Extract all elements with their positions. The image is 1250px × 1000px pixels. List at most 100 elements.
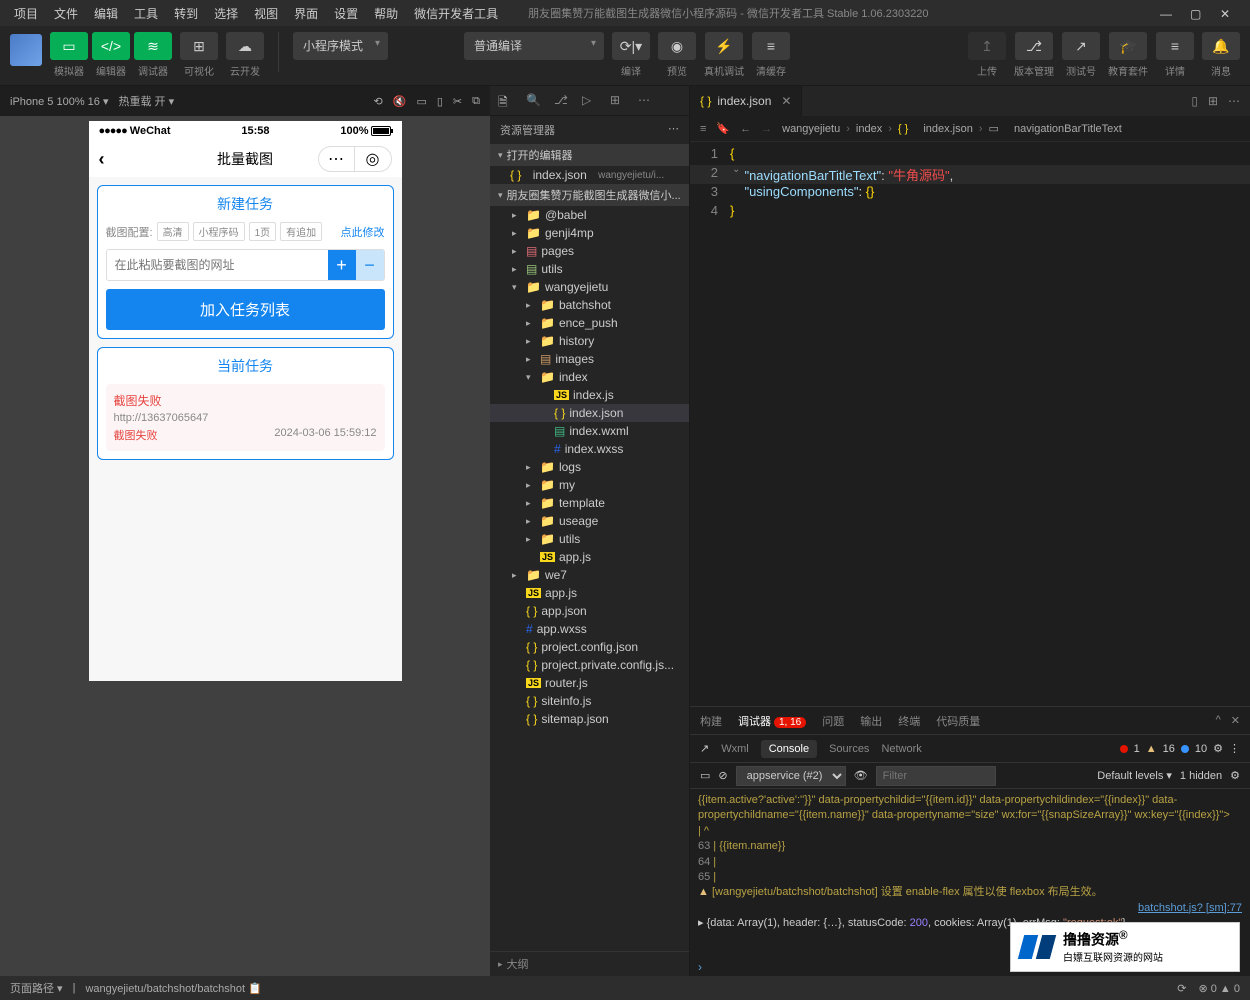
code-editor[interactable]: ⌄ 1{ 2 "navigationBarTitleText": "牛角源码",…	[690, 142, 1250, 706]
bp-popout-icon[interactable]: ↗	[700, 742, 709, 755]
sources-tab[interactable]: Sources	[829, 743, 869, 755]
compile-select[interactable]: 普通编译	[464, 32, 604, 60]
bp-close-icon[interactable]: ✕	[1231, 714, 1240, 727]
sync-icon[interactable]: ⟳	[1177, 982, 1186, 995]
device-icon1[interactable]: ▭	[416, 95, 426, 108]
tree-item[interactable]: ▸ 📁 we7	[490, 566, 689, 584]
split-icon[interactable]: ▯	[1191, 94, 1198, 108]
edu-button[interactable]: 🎓	[1109, 32, 1147, 60]
phone-back-icon[interactable]: ‹	[99, 149, 105, 170]
mode-select[interactable]: 小程序模式	[293, 32, 388, 60]
more-tab-icon[interactable]: ⋯	[638, 93, 654, 109]
git-tab-icon[interactable]: ⎇	[554, 93, 570, 109]
debug-tab-icon[interactable]: ▷	[582, 93, 598, 109]
compile-button[interactable]: ⟳|▾	[612, 32, 650, 60]
layout-icon[interactable]: ⊞	[1208, 94, 1218, 108]
close-tab-icon[interactable]: ✕	[781, 94, 791, 108]
project-section[interactable]: 朋友圈集赞万能截图生成器微信小...	[490, 184, 689, 206]
cut-icon[interactable]: ✂	[453, 95, 462, 108]
tree-item[interactable]: ▸ 📁 @babel	[490, 206, 689, 224]
upload-button[interactable]: ↥	[968, 32, 1006, 60]
minus-button[interactable]: −	[356, 250, 384, 280]
tree-item[interactable]: { } app.json	[490, 602, 689, 620]
menu-devtools[interactable]: 微信开发者工具	[408, 2, 504, 25]
filter-gear-icon[interactable]: ⚙	[1230, 769, 1240, 782]
breadcrumb[interactable]: wangyejietu› index› { } index.json› ▭ na…	[782, 122, 1122, 135]
levels-select[interactable]: Default levels ▾	[1097, 769, 1172, 782]
menu-tools[interactable]: 工具	[128, 2, 164, 25]
tree-item[interactable]: ▸ 📁 batchshot	[490, 296, 689, 314]
tree-item[interactable]: JS app.js	[490, 584, 689, 602]
filter-popout-icon[interactable]: ▭	[700, 769, 710, 782]
menu-help[interactable]: 帮助	[368, 2, 404, 25]
editor-button[interactable]: </>	[92, 32, 130, 60]
avatar[interactable]	[10, 34, 42, 66]
console-tab[interactable]: Console	[761, 740, 817, 758]
back-icon[interactable]: ←	[740, 123, 751, 135]
open-editors-section[interactable]: 打开的编辑器	[490, 144, 689, 166]
bp-debugger-tab[interactable]: 调试器1, 16	[738, 713, 806, 729]
open-file-item[interactable]: { } index.json wangyejietu/i...	[490, 166, 689, 184]
tree-item[interactable]: { } project.private.config.js...	[490, 656, 689, 674]
detail-button[interactable]: ≡	[1156, 32, 1194, 60]
tree-item[interactable]: JS index.js	[490, 386, 689, 404]
network-tab[interactable]: Network	[881, 743, 921, 755]
tree-item[interactable]: ▸ 📁 my	[490, 476, 689, 494]
bp-up-icon[interactable]: ^	[1216, 714, 1221, 727]
cloud-button[interactable]: ☁	[226, 32, 264, 60]
maximize-button[interactable]: ▢	[1190, 7, 1202, 19]
tree-item[interactable]: ▤ index.wxml	[490, 422, 689, 440]
menu-select[interactable]: 选择	[208, 2, 244, 25]
tree-item[interactable]: ▸ 📁 useage	[490, 512, 689, 530]
page-path-label[interactable]: 页面路径 ▾	[10, 980, 63, 996]
hot-reload[interactable]: 热重载 开 ▾	[119, 93, 175, 109]
close-button[interactable]: ✕	[1220, 7, 1232, 19]
debugger-button[interactable]: ≋	[134, 32, 172, 60]
real-debug-button[interactable]: ⚡	[705, 32, 743, 60]
tree-item[interactable]: { } project.config.json	[490, 638, 689, 656]
bookmark-icon[interactable]: 🔖	[716, 122, 730, 135]
outline-section[interactable]: 大纲	[490, 951, 689, 976]
bp-quality-tab[interactable]: 代码质量	[936, 713, 980, 729]
tree-item[interactable]: { } index.json	[490, 404, 689, 422]
clear-cache-button[interactable]: ≡	[752, 32, 790, 60]
tree-item[interactable]: { } sitemap.json	[490, 710, 689, 728]
test-button[interactable]: ↗	[1062, 32, 1100, 60]
tree-item[interactable]: ▾ 📁 index	[490, 368, 689, 386]
tree-item[interactable]: { } siteinfo.js	[490, 692, 689, 710]
popout-icon[interactable]: ⧉	[472, 95, 480, 108]
tree-item[interactable]: ▸ ▤ images	[490, 350, 689, 368]
tree-item[interactable]: JS app.js	[490, 548, 689, 566]
tree-item[interactable]: JS router.js	[490, 674, 689, 692]
bp-gear-icon[interactable]: ⚙	[1213, 742, 1223, 755]
menu-settings[interactable]: 设置	[328, 2, 364, 25]
menu-project[interactable]: 项目	[8, 2, 44, 25]
ext-tab-icon[interactable]: ⊞	[610, 93, 626, 109]
bp-problems-tab[interactable]: 问题	[822, 713, 844, 729]
tree-item[interactable]: ▸ 📁 utils	[490, 530, 689, 548]
menu-file[interactable]: 文件	[48, 2, 84, 25]
minimize-button[interactable]: —	[1160, 7, 1172, 19]
hidden-count[interactable]: 1 hidden	[1180, 770, 1222, 782]
menu-interface[interactable]: 界面	[288, 2, 324, 25]
tree-item[interactable]: ▸ ▤ utils	[490, 260, 689, 278]
forward-icon[interactable]: →	[761, 123, 772, 135]
phone-capsule[interactable]: ⋯◎	[318, 146, 392, 172]
filter-input[interactable]	[876, 766, 996, 786]
explorer-more-icon[interactable]: ⋯	[668, 122, 679, 138]
tree-item[interactable]: ▸ 📁 ence_push	[490, 314, 689, 332]
bp-terminal-tab[interactable]: 终端	[898, 713, 920, 729]
page-path[interactable]: wangyejietu/batchshot/batchshot 📋	[85, 982, 261, 995]
bp-more-icon[interactable]: ⋮	[1229, 742, 1240, 755]
bp-output-tab[interactable]: 输出	[860, 713, 882, 729]
menu-view[interactable]: 视图	[248, 2, 284, 25]
context-select[interactable]: appservice (#2)	[736, 766, 846, 786]
wxml-tab[interactable]: Wxml	[721, 743, 749, 755]
menu-goto[interactable]: 转到	[168, 2, 204, 25]
tree-item[interactable]: ▸ 📁 logs	[490, 458, 689, 476]
rotate-icon[interactable]: ⟲	[374, 95, 383, 108]
error-count[interactable]: ⊗ 0 ▲ 0	[1198, 982, 1240, 995]
simulator-button[interactable]: ▭	[50, 32, 88, 60]
tree-item[interactable]: ▾ 📁 wangyejietu	[490, 278, 689, 296]
tree-item[interactable]: ▸ 📁 template	[490, 494, 689, 512]
